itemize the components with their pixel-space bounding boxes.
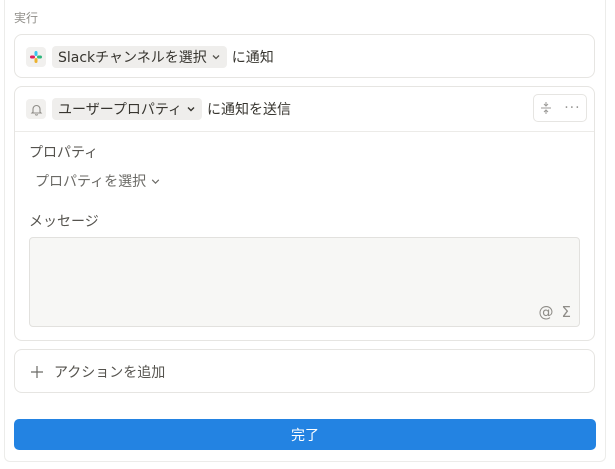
slack-channel-select-label: Slackチャンネルを選択 — [58, 50, 207, 66]
step-toolbar: ··· — [533, 94, 587, 122]
done-button[interactable]: 完了 — [14, 419, 596, 450]
section-title: 実行 — [14, 11, 39, 25]
slack-step-suffix: に通知 — [231, 50, 274, 66]
step-divider — [15, 131, 594, 132]
plus-icon — [31, 366, 43, 378]
collapse-icon[interactable] — [539, 101, 553, 115]
property-select-placeholder: プロパティを選択 — [35, 174, 147, 190]
property-select[interactable]: プロパティを選択 — [35, 171, 161, 191]
user-property-select[interactable]: ユーザープロパティ — [52, 98, 203, 120]
property-label: プロパティ — [29, 145, 99, 161]
add-action-label: アクションを追加 — [54, 365, 166, 381]
message-input[interactable]: @ Σ — [29, 237, 580, 327]
notify-step-suffix: に通知を送信 — [207, 102, 292, 118]
send-notification-step: ユーザープロパティ に通知を送信 ··· プロパティ プロパティを選択 メッセー… — [14, 86, 595, 341]
chevron-down-icon — [187, 107, 195, 112]
slack-icon — [26, 47, 46, 67]
slack-notify-step: Slackチャンネルを選択 に通知 — [14, 34, 595, 78]
chevron-down-icon — [151, 178, 160, 184]
bell-icon — [26, 99, 46, 119]
chevron-down-icon — [212, 55, 220, 60]
add-action-button[interactable]: アクションを追加 — [14, 349, 595, 393]
mention-icon[interactable]: @ — [539, 303, 554, 321]
user-property-select-label: ユーザープロパティ — [58, 102, 183, 118]
slack-channel-select[interactable]: Slackチャンネルを選択 — [52, 46, 227, 68]
more-options-icon[interactable]: ··· — [564, 100, 580, 116]
formula-icon[interactable]: Σ — [562, 303, 571, 321]
message-label: メッセージ — [29, 214, 99, 230]
